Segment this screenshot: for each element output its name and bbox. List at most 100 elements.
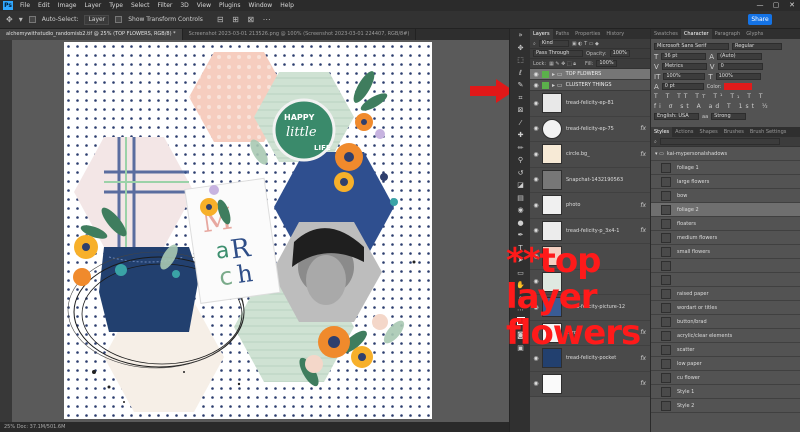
layer-row[interactable]: ◉ tread-felicity-ep-75 fx xyxy=(530,116,650,142)
style-item[interactable]: foliage 1 xyxy=(651,161,800,175)
style-item[interactable]: scatter xyxy=(651,343,800,357)
crop-tool-icon[interactable]: ⌗ xyxy=(510,92,531,105)
font-family-select[interactable]: Microsoft Sans Serif xyxy=(654,43,729,50)
menu-edit[interactable]: Edit xyxy=(34,2,54,9)
eye-icon[interactable]: ◉ xyxy=(530,71,542,78)
dodge-tool-icon[interactable]: ● xyxy=(510,217,531,230)
collapse-icon[interactable]: » xyxy=(510,29,531,42)
language-select[interactable]: English: USA xyxy=(654,113,699,120)
eye-icon[interactable]: ◉ xyxy=(530,380,542,387)
text-color-swatch[interactable] xyxy=(724,83,753,90)
filter-icons[interactable]: ▣ ◐ T ▭ ◆ xyxy=(572,41,599,47)
fx-icon[interactable]: fx xyxy=(640,380,650,387)
quick-select-tool-icon[interactable]: ✎ xyxy=(510,79,531,92)
eye-icon[interactable]: ◉ xyxy=(530,355,542,362)
tab-brushes[interactable]: Brushes xyxy=(721,127,747,137)
share-button[interactable]: Share xyxy=(748,14,772,25)
styles-search-input[interactable] xyxy=(659,138,780,145)
show-transform-checkbox[interactable] xyxy=(115,16,123,23)
vertical-scale-field[interactable]: 100% xyxy=(663,73,706,80)
opacity-field[interactable]: 100% xyxy=(609,50,630,57)
style-item[interactable] xyxy=(651,259,800,273)
style-item[interactable]: large flowers xyxy=(651,175,800,189)
baseline-field[interactable]: 0 pt xyxy=(661,83,704,90)
menu-image[interactable]: Image xyxy=(54,2,81,9)
style-item[interactable]: cu flower xyxy=(651,371,800,385)
document-canvas[interactable]: M a R c h HAPPY little LIFE xyxy=(64,42,432,419)
kind-filter[interactable]: Kind xyxy=(538,40,569,47)
eye-icon[interactable]: ◉ xyxy=(530,100,542,107)
lasso-tool-icon[interactable]: ℓ xyxy=(510,67,531,80)
menu-window[interactable]: Window xyxy=(245,2,277,9)
layer-row[interactable]: ◉ photo fx xyxy=(530,193,650,219)
font-style-select[interactable]: Regular xyxy=(732,43,782,50)
style-item[interactable]: small flowers xyxy=(651,245,800,259)
stamp-tool-icon[interactable]: ⚲ xyxy=(510,154,531,167)
move-tool-icon[interactable]: ✥ xyxy=(510,42,531,55)
fx-icon[interactable]: fx xyxy=(640,151,650,158)
fx-icon[interactable]: fx xyxy=(640,355,650,362)
menu-plugins[interactable]: Plugins xyxy=(215,2,245,9)
opentype-buttons[interactable]: fi ơ st A ad T 1st ½ xyxy=(651,102,800,111)
tab-actions[interactable]: Actions xyxy=(672,127,696,137)
eyedropper-tool-icon[interactable]: ⁄ xyxy=(510,117,531,130)
brush-tool-icon[interactable]: ✏ xyxy=(510,142,531,155)
auto-select-dropdown[interactable]: Layer xyxy=(84,14,110,25)
tab-glyphs[interactable]: Glyphs xyxy=(743,29,766,39)
style-item-selected[interactable]: foliage 2 xyxy=(651,203,800,217)
layer-group-clustery-things[interactable]: ◉ ▸ ▭ CLUSTERY THINGS xyxy=(530,80,650,91)
layer-row[interactable]: ◉ circle.bg_ fx xyxy=(530,142,650,168)
tab-document-1[interactable]: alchemywithstudio_randomisb2.tif @ 25% (… xyxy=(0,29,183,40)
style-item[interactable]: low paper xyxy=(651,357,800,371)
layer-row[interactable]: ◉ Snapchat-1432190563 xyxy=(530,167,650,193)
minimize-icon[interactable]: — xyxy=(752,0,768,11)
style-item[interactable]: bow xyxy=(651,189,800,203)
tab-character[interactable]: Character xyxy=(680,29,712,39)
menu-3d[interactable]: 3D xyxy=(176,2,192,9)
eye-icon[interactable]: ◉ xyxy=(530,202,542,209)
layer-row[interactable]: ◉ tread-felicity-ep-81 xyxy=(530,91,650,117)
tab-paths[interactable]: Paths xyxy=(553,29,573,39)
maximize-icon[interactable]: ▢ xyxy=(768,0,784,11)
menu-file[interactable]: File xyxy=(16,2,34,9)
menu-view[interactable]: View xyxy=(193,2,215,9)
close-icon[interactable]: ✕ xyxy=(784,0,800,11)
style-item[interactable] xyxy=(651,273,800,287)
pen-tool-icon[interactable]: ✒ xyxy=(510,229,531,242)
style-item[interactable]: floaters xyxy=(651,217,800,231)
align-icons[interactable]: ⊟ ⊞ ⊠ ⋯ xyxy=(217,15,274,24)
tab-swatches[interactable]: Swatches xyxy=(651,29,681,39)
menu-layer[interactable]: Layer xyxy=(80,2,105,9)
marquee-tool-icon[interactable]: ⬚ xyxy=(510,54,531,67)
fx-icon[interactable]: fx xyxy=(640,125,650,132)
fx-icon[interactable]: fx xyxy=(640,227,650,234)
menu-filter[interactable]: Filter xyxy=(154,2,177,9)
healing-tool-icon[interactable]: ✚ xyxy=(510,129,531,142)
style-item[interactable]: acrylic/clear elements xyxy=(651,329,800,343)
styles-folder[interactable]: ▾ ▭ kai-mypersonalshadows xyxy=(651,147,800,161)
tab-shapes[interactable]: Shapes xyxy=(696,127,720,137)
eye-icon[interactable]: ◉ xyxy=(530,151,542,158)
text-style-buttons[interactable]: T T TT Tт T¹ T₁ T T xyxy=(651,92,800,101)
kerning-field[interactable]: Metrics xyxy=(661,63,707,70)
fill-field[interactable]: 100% xyxy=(596,60,617,67)
eye-icon[interactable]: ◉ xyxy=(530,125,542,132)
gradient-tool-icon[interactable]: ▤ xyxy=(510,192,531,205)
eye-icon[interactable]: ◉ xyxy=(530,176,542,183)
menu-select[interactable]: Select xyxy=(127,2,154,9)
lock-icons[interactable]: ▦ ✎ ✥ ⬚ 🔒︎ xyxy=(549,61,576,67)
layer-row[interactable]: ◉ fx xyxy=(530,371,650,397)
fx-icon[interactable]: fx xyxy=(640,202,650,209)
eye-icon[interactable]: ◉ xyxy=(530,82,542,89)
tab-history[interactable]: History xyxy=(603,29,627,39)
font-size-field[interactable]: 36 pt xyxy=(661,53,707,60)
move-tool-icon[interactable]: ✥ xyxy=(6,15,13,24)
chevron-down-icon[interactable]: ▾ xyxy=(19,15,23,24)
tracking-field[interactable]: 0 xyxy=(717,63,763,70)
antialias-select[interactable]: Strong xyxy=(711,113,747,120)
style-item[interactable]: medium flowers xyxy=(651,231,800,245)
menu-help[interactable]: Help xyxy=(276,2,298,9)
eye-icon[interactable]: ◉ xyxy=(530,227,542,234)
leading-field[interactable]: (Auto) xyxy=(717,53,763,60)
tab-paragraph[interactable]: Paragraph xyxy=(712,29,744,39)
